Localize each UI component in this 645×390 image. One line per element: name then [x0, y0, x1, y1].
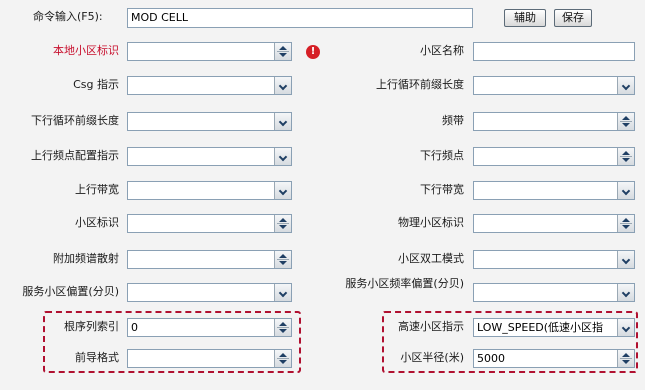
- dl-cyclic-prefix-select[interactable]: [127, 112, 292, 131]
- dl-bandwidth-label: 下行带宽: [420, 183, 464, 196]
- chevron-down-icon[interactable]: [617, 182, 634, 199]
- chevron-down-icon[interactable]: [274, 77, 291, 94]
- additional-spectrum-spinner[interactable]: [274, 251, 291, 268]
- physical-cell-id-input[interactable]: [473, 214, 635, 233]
- local-cell-id-input[interactable]: [127, 42, 292, 61]
- highlight-box-right: [382, 311, 638, 373]
- chevron-down-icon[interactable]: [274, 182, 291, 199]
- additional-spectrum-label: 附加频谱散射: [53, 252, 119, 265]
- chevron-down-icon[interactable]: [274, 284, 291, 301]
- chevron-down-icon[interactable]: [617, 251, 634, 268]
- ul-bandwidth-label: 上行带宽: [75, 183, 119, 196]
- csg-indicator-select[interactable]: [127, 76, 292, 95]
- freq-offset-label: 服务小区频率偏置(分贝): [345, 277, 464, 290]
- cell-id-input[interactable]: [127, 214, 292, 233]
- physical-cell-id-label: 物理小区标识: [398, 216, 464, 229]
- freq-band-label: 频带: [442, 114, 464, 127]
- highlight-box-left: [43, 311, 301, 373]
- duplex-mode-select[interactable]: [473, 250, 635, 269]
- local-cell-id-label: 本地小区标识: [53, 44, 119, 57]
- physical-cell-id-spinner[interactable]: [617, 215, 634, 232]
- chevron-down-icon[interactable]: [274, 148, 291, 165]
- additional-spectrum-input[interactable]: [127, 250, 292, 269]
- save-button[interactable]: 保存: [554, 9, 592, 27]
- help-button[interactable]: 辅助: [504, 9, 546, 27]
- command-input[interactable]: MOD CELL: [127, 8, 473, 28]
- cell-offset-select[interactable]: [127, 283, 292, 302]
- command-value: MOD CELL: [131, 11, 189, 24]
- dl-earfcn-spinner[interactable]: [617, 148, 634, 165]
- chevron-down-icon[interactable]: [274, 113, 291, 130]
- freq-offset-select[interactable]: [473, 283, 635, 302]
- cell-name-input[interactable]: [473, 42, 635, 61]
- cell-id-label: 小区标识: [75, 216, 119, 229]
- dl-earfcn-label: 下行频点: [420, 149, 464, 162]
- ul-bandwidth-select[interactable]: [127, 181, 292, 200]
- dl-bandwidth-select[interactable]: [473, 181, 635, 200]
- chevron-down-icon[interactable]: [617, 77, 634, 94]
- freq-band-spinner[interactable]: [617, 113, 634, 130]
- chevron-down-icon[interactable]: [617, 284, 634, 301]
- cell-offset-label: 服务小区偏置(分贝): [22, 285, 119, 298]
- exclamation-icon: !: [306, 45, 320, 59]
- cell-name-label: 小区名称: [420, 44, 464, 57]
- cell-id-spinner[interactable]: [274, 215, 291, 232]
- csg-indicator-label: Csg 指示: [73, 78, 119, 91]
- local-cell-id-spinner[interactable]: [274, 43, 291, 60]
- ul-cyclic-prefix-select[interactable]: [473, 76, 635, 95]
- ul-cyclic-prefix-label: 上行循环前缀长度: [376, 78, 464, 91]
- ul-freq-config-label: 上行频点配置指示: [31, 149, 119, 162]
- freq-band-input[interactable]: [473, 112, 635, 131]
- ul-freq-config-select[interactable]: [127, 147, 292, 166]
- dl-earfcn-input[interactable]: [473, 147, 635, 166]
- command-label: 命令输入(F5):: [33, 10, 103, 23]
- dl-cyclic-prefix-label: 下行循环前缀长度: [31, 114, 119, 127]
- duplex-mode-label: 小区双工模式: [398, 252, 464, 265]
